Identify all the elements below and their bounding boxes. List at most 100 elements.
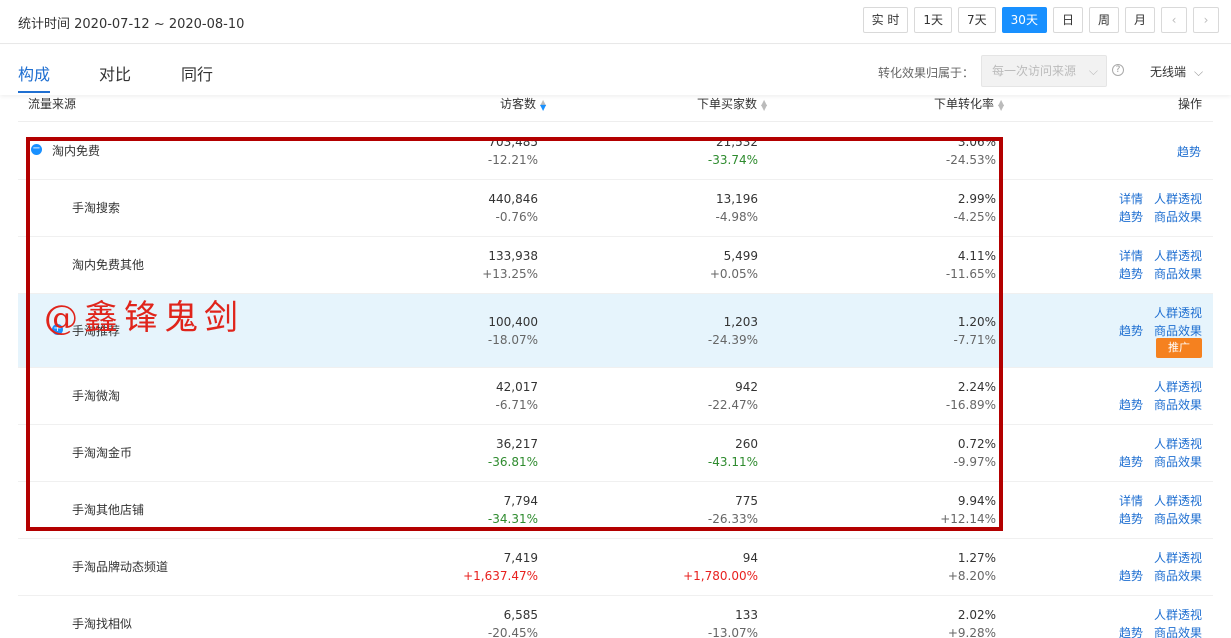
- product-effect-link[interactable]: 商品效果: [1154, 624, 1202, 638]
- column-conversion-label: 下单转化率: [934, 97, 995, 111]
- table-row: 手淘找相似 6,585 -20.45% 133 -13.07% 2.02% +9.28…: [18, 596, 1213, 638]
- tab-active-indicator: [18, 91, 50, 93]
- top-bar: 统计时间 2020-07-12 ~ 2020-08-10 实 时 1天 7天 3…: [0, 0, 1231, 44]
- product-effect-link[interactable]: 商品效果: [1154, 265, 1202, 282]
- chevron-down-icon: ⌵: [1088, 64, 1098, 78]
- visitors-cell: 7,419 +1,637.47%: [463, 551, 538, 583]
- buyers-cell: 21,532 -33.74%: [707, 135, 758, 167]
- source-name[interactable]: 淘内免费: [52, 142, 100, 159]
- chevron-down-icon: ⌵: [1194, 65, 1204, 79]
- crowd-link[interactable]: 人群透视: [1154, 190, 1202, 207]
- product-effect-link[interactable]: 商品效果: [1154, 322, 1202, 339]
- buyers-cell: 942 -22.47%: [707, 380, 758, 412]
- tab-composition[interactable]: 构成: [18, 61, 50, 85]
- source-name: 手淘品牌动态频道: [72, 560, 169, 574]
- chevron-right-icon[interactable]: ›: [1193, 7, 1219, 33]
- period-7day-button[interactable]: 7天: [958, 7, 996, 33]
- product-effect-link[interactable]: 商品效果: [1154, 567, 1202, 584]
- conversion-cell: 4.11% -11.65%: [945, 249, 996, 281]
- attribution-label: 转化效果归属于：: [878, 66, 975, 80]
- crowd-link[interactable]: 人群透视: [1154, 435, 1202, 452]
- conversion-cell: 1.20% -7.71%: [953, 315, 996, 347]
- period-week-button[interactable]: 周: [1088, 7, 1119, 33]
- trend-link[interactable]: 趋势: [1119, 208, 1143, 225]
- crowd-link[interactable]: 人群透视: [1154, 378, 1202, 395]
- conversion-cell: 2.24% -16.89%: [945, 380, 996, 412]
- buyers-cell: 775 -26.33%: [707, 494, 758, 526]
- column-visitors-label: 访客数: [500, 97, 537, 111]
- trend-link[interactable]: 趋势: [1119, 624, 1143, 638]
- source-name: 手淘其他店铺: [72, 503, 145, 517]
- device-select[interactable]: 无线端 ⌵: [1150, 63, 1203, 80]
- conversion-cell: 9.94% +12.14%: [940, 494, 996, 526]
- table-row: 手淘品牌动态频道 7,419 +1,637.47% 94 +1,780.00% 1.…: [18, 539, 1213, 596]
- buyers-cell: 1,203 -24.39%: [707, 315, 758, 347]
- visitors-cell: 6,585 -20.45%: [487, 608, 538, 638]
- trend-link[interactable]: 趋势: [1119, 510, 1143, 527]
- conversion-cell: 2.02% +9.28%: [947, 608, 996, 638]
- period-30day-button[interactable]: 30天: [1001, 7, 1047, 33]
- conversion-cell: 3.06% -24.53%: [945, 135, 996, 167]
- collapse-icon[interactable]: −: [31, 144, 42, 155]
- tab-peers[interactable]: 同行: [181, 61, 213, 85]
- date-range: 统计时间 2020-07-12 ~ 2020-08-10: [18, 17, 245, 32]
- attribution-select[interactable]: 每一次访问来源 ⌵: [981, 55, 1107, 87]
- visitors-cell: 42,017 -6.71%: [495, 380, 538, 412]
- buyers-cell: 13,196 -4.98%: [715, 192, 758, 224]
- device-select-value: 无线端: [1150, 65, 1187, 79]
- period-1day-button[interactable]: 1天: [914, 7, 953, 33]
- visitors-cell: 133,938 +13.25%: [482, 249, 538, 281]
- sort-icon[interactable]: ▲ ▼: [998, 98, 1004, 111]
- table-row: − 淘内免费 703,485 -12.21% 21,532 -33.74% 3.06…: [18, 123, 1213, 180]
- crowd-link[interactable]: 人群透视: [1154, 492, 1202, 509]
- trend-link[interactable]: 趋势: [1119, 265, 1143, 282]
- product-effect-link[interactable]: 商品效果: [1154, 396, 1202, 413]
- table-row: 手淘搜索 440,846 -0.76% 13,196 -4.98% 2.99% -4.…: [18, 180, 1213, 237]
- trend-link[interactable]: 趋势: [1119, 453, 1143, 470]
- period-realtime-button[interactable]: 实 时: [862, 7, 909, 33]
- crowd-link[interactable]: 人群透视: [1154, 549, 1202, 566]
- trend-link[interactable]: 趋势: [1119, 567, 1143, 584]
- crowd-link[interactable]: 人群透视: [1154, 606, 1202, 623]
- column-buyers-label: 下单买家数: [697, 97, 758, 111]
- trend-link[interactable]: 趋势: [1119, 322, 1143, 339]
- product-effect-link[interactable]: 商品效果: [1154, 453, 1202, 470]
- visitors-cell: 100,400 -18.07%: [487, 315, 538, 347]
- column-actions: 操作: [1178, 97, 1203, 111]
- table-row: 手淘淘金币 36,217 -36.81% 260 -43.11% 0.72% -9.9…: [18, 425, 1213, 482]
- period-day-button[interactable]: 日: [1052, 7, 1083, 33]
- tab-compare[interactable]: 对比: [99, 61, 131, 85]
- promote-button[interactable]: 推广: [1156, 338, 1202, 358]
- conversion-cell: 1.27% +8.20%: [947, 551, 996, 583]
- table-row: 手淘其他店铺 7,794 -34.31% 775 -26.33% 9.94% +12.…: [18, 482, 1213, 539]
- visitors-cell: 703,485 -12.21%: [487, 135, 538, 167]
- source-name: 手淘淘金币: [72, 446, 133, 460]
- sort-icon[interactable]: ▲ ▼: [761, 98, 767, 111]
- trend-link[interactable]: 趋势: [1119, 396, 1143, 413]
- period-month-button[interactable]: 月: [1124, 7, 1155, 33]
- visitors-cell: 36,217 -36.81%: [487, 437, 538, 469]
- detail-link[interactable]: 详情: [1119, 190, 1143, 207]
- help-icon[interactable]: ?: [1112, 64, 1124, 76]
- detail-link[interactable]: 详情: [1119, 492, 1143, 509]
- column-source: 流量来源: [28, 97, 77, 111]
- detail-link[interactable]: 详情: [1119, 247, 1143, 264]
- visitors-cell: 440,846 -0.76%: [488, 192, 538, 224]
- crowd-link[interactable]: 人群透视: [1154, 247, 1202, 264]
- table-header: 流量来源 访客数 ▲ ▼ 下单买家数 ▲ ▼ 下单转化率 ▲ ▼ 操作: [18, 92, 1213, 122]
- column-buyers[interactable]: 下单买家数 ▲ ▼: [697, 95, 767, 112]
- source-name: 淘内免费其他: [72, 258, 145, 272]
- watermark: @鑫锋鬼剑: [44, 298, 244, 338]
- column-visitors[interactable]: 访客数 ▲ ▼: [500, 95, 546, 112]
- period-selector: 实 时 1天 7天 30天 日 周 月 ‹ ›: [862, 7, 1219, 33]
- table-row: 淘内免费其他 133,938 +13.25% 5,499 +0.05% 4.11% -…: [18, 237, 1213, 294]
- trend-link[interactable]: 趋势: [1177, 143, 1201, 160]
- source-name: 手淘微淘: [72, 389, 121, 403]
- crowd-link[interactable]: 人群透视: [1154, 304, 1202, 321]
- chevron-left-icon[interactable]: ‹: [1161, 7, 1187, 33]
- sort-icon[interactable]: ▲ ▼: [540, 98, 546, 111]
- buyers-cell: 94 +1,780.00%: [683, 551, 758, 583]
- product-effect-link[interactable]: 商品效果: [1154, 208, 1202, 225]
- column-conversion[interactable]: 下单转化率 ▲ ▼: [934, 95, 1004, 112]
- product-effect-link[interactable]: 商品效果: [1154, 510, 1202, 527]
